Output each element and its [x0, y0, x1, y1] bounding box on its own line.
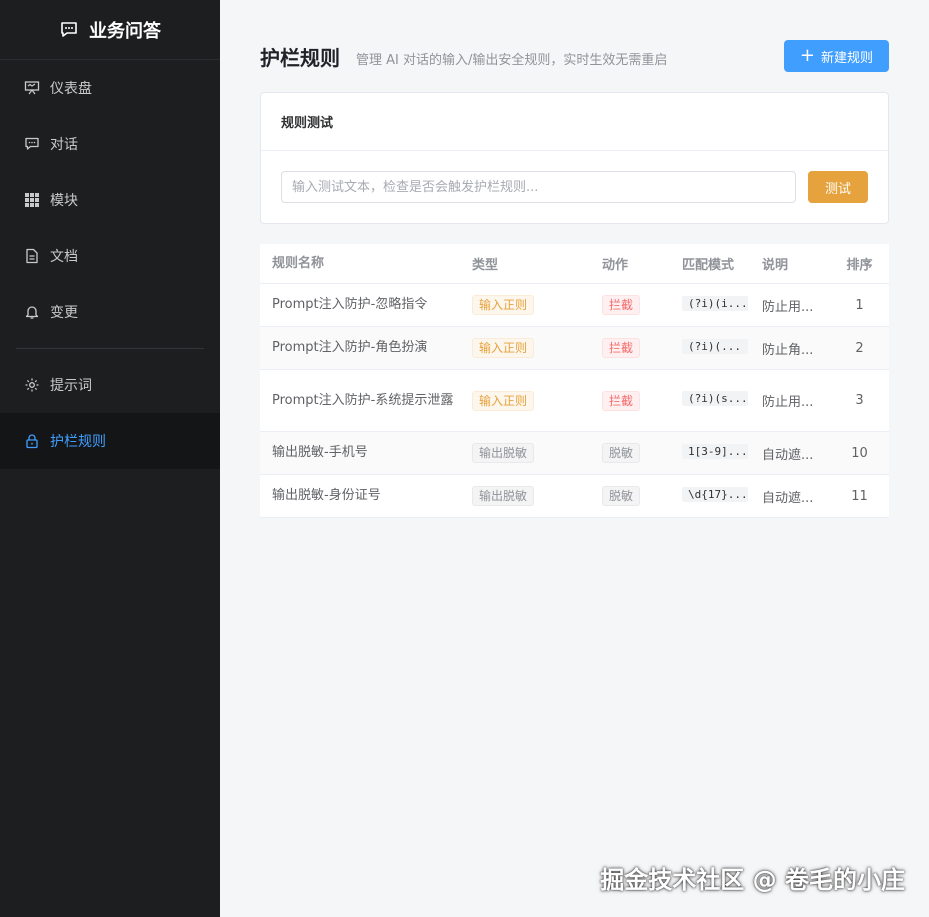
table-row[interactable]: 输出脱敏-身份证号 输出脱敏 脱敏 \d{17}... 自动遮... 11 [260, 475, 889, 518]
rule-description: 防止用... [762, 395, 814, 410]
sidebar-item-changes[interactable]: 变更 [0, 284, 220, 340]
table-row[interactable]: Prompt注入防护-系统提示泄露 输入正则 拦截 (?i)(s... 防止用.… [260, 370, 889, 432]
rule-name: Prompt注入防护-角色扮演 [272, 340, 428, 355]
main-content: 护栏规则 管理 AI 对话的输入/输出安全规则，实时生效无需重启 + 新建规则 … [220, 0, 929, 917]
column-header-order: 排序 [846, 258, 873, 273]
sidebar-divider [16, 348, 204, 349]
page-title: 护栏规则 [260, 45, 340, 70]
column-header-action: 动作 [602, 258, 629, 273]
action-tag: 拦截 [602, 295, 641, 315]
rule-test-card: 规则测试 测试 [260, 92, 889, 224]
test-button[interactable]: 测试 [808, 171, 868, 203]
column-header-pattern: 匹配模式 [682, 258, 735, 273]
column-header-description: 说明 [762, 258, 789, 273]
rules-table: 规则名称 类型 动作 匹配模式 说明 排序 Prompt注入防护-忽略指令 输入… [260, 244, 889, 518]
test-text-input[interactable] [281, 171, 796, 203]
document-icon [24, 248, 40, 264]
type-tag: 输入正则 [472, 338, 535, 358]
rule-order: 2 [855, 340, 864, 356]
grid-icon [24, 192, 40, 208]
column-header-name: 规则名称 [272, 255, 325, 271]
rule-name: Prompt注入防护-忽略指令 [272, 297, 428, 312]
lock-icon [24, 433, 40, 449]
sidebar: 业务问答 仪表盘 对话 模块 文档 变更 提示词 护栏规则 [0, 0, 220, 917]
action-tag: 脱敏 [602, 443, 641, 463]
pattern-code: (?i)(s... [682, 391, 748, 406]
rule-test-title: 规则测试 [261, 93, 888, 151]
action-tag: 拦截 [602, 338, 641, 358]
page-description: 管理 AI 对话的输入/输出安全规则，实时生效无需重启 [356, 52, 668, 68]
sidebar-item-label: 文档 [50, 249, 78, 265]
sidebar-item-label: 仪表盘 [50, 81, 92, 97]
brand: 业务问答 [0, 0, 220, 60]
watermark: 掘金技术社区 @ 卷毛的小庄 [600, 866, 905, 894]
sidebar-item-label: 提示词 [50, 378, 92, 394]
bell-icon [24, 304, 40, 320]
action-tag: 拦截 [602, 390, 641, 411]
rule-description: 自动遮... [762, 447, 814, 463]
sidebar-item-label: 模块 [50, 193, 78, 209]
rule-order: 11 [851, 488, 868, 504]
new-rule-button[interactable]: + 新建规则 [783, 40, 889, 72]
sidebar-item-label: 护栏规则 [50, 434, 106, 450]
column-header-type: 类型 [472, 258, 499, 273]
rule-description: 防止角... [762, 342, 814, 358]
chat-icon [24, 136, 40, 152]
rule-order: 1 [855, 297, 864, 313]
rule-description: 防止用... [762, 299, 814, 315]
sidebar-item-label: 变更 [50, 305, 78, 321]
pattern-code: (?i)(... [682, 338, 748, 354]
new-rule-label: 新建规则 [820, 50, 873, 66]
rule-order: 10 [851, 445, 868, 461]
action-tag: 脱敏 [602, 486, 641, 506]
rule-name: 输出脱敏-身份证号 [272, 488, 381, 503]
sidebar-item-modules[interactable]: 模块 [0, 172, 220, 228]
table-row[interactable]: 输出脱敏-手机号 输出脱敏 脱敏 1[3-9]... 自动遮... 10 [260, 432, 889, 475]
pattern-code: \d{17}... [682, 486, 748, 502]
brand-title: 业务问答 [89, 20, 161, 42]
sidebar-item-guardrails[interactable]: 护栏规则 [0, 413, 220, 469]
table-row[interactable]: Prompt注入防护-角色扮演 输入正则 拦截 (?i)(... 防止角... … [260, 327, 889, 370]
sidebar-item-prompts[interactable]: 提示词 [0, 357, 220, 413]
pattern-code: (?i)(i... [682, 295, 748, 311]
rule-name: 输出脱敏-手机号 [272, 445, 368, 460]
presentation-icon [24, 80, 40, 96]
sidebar-item-label: 对话 [50, 137, 78, 153]
pattern-code: 1[3-9]... [682, 443, 748, 459]
type-tag: 输入正则 [472, 390, 535, 411]
rule-order: 3 [855, 393, 864, 408]
sidebar-item-dashboard[interactable]: 仪表盘 [0, 60, 220, 116]
type-tag: 输出脱敏 [472, 443, 535, 463]
table-row[interactable]: Prompt注入防护-忽略指令 输入正则 拦截 (?i)(i... 防止用...… [260, 284, 889, 327]
sidebar-item-documents[interactable]: 文档 [0, 228, 220, 284]
type-tag: 输出脱敏 [472, 486, 535, 506]
page-header: 护栏规则 管理 AI 对话的输入/输出安全规则，实时生效无需重启 + 新建规则 [260, 40, 889, 72]
plus-icon: + [799, 45, 815, 66]
type-tag: 输入正则 [472, 295, 535, 315]
table-header: 规则名称 类型 动作 匹配模式 说明 排序 [260, 244, 889, 284]
rule-name: Prompt注入防护-系统提示泄露 [272, 392, 454, 408]
gear-icon [24, 377, 40, 393]
chat-icon [59, 20, 79, 40]
rule-description: 自动遮... [762, 490, 814, 506]
sidebar-item-chat[interactable]: 对话 [0, 116, 220, 172]
